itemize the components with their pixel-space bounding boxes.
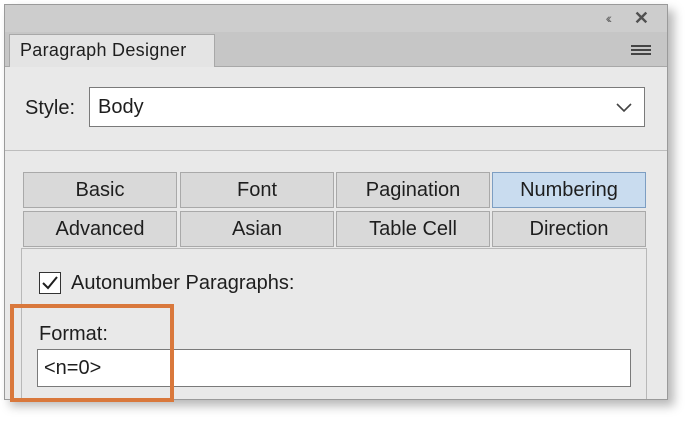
autonumber-label: Autonumber Paragraphs: <box>71 272 295 294</box>
style-dropdown-value: Body <box>98 96 144 118</box>
style-dropdown[interactable]: Body <box>89 87 645 127</box>
title-bar: ‹‹ ✕ <box>5 5 667 32</box>
tab-font[interactable]: Font <box>180 172 334 208</box>
panel-tab-strip: Paragraph Designer <box>5 32 667 67</box>
panel-menu-icon[interactable] <box>631 45 651 56</box>
highlight-annotation <box>10 304 174 402</box>
collapse-icon[interactable]: ‹‹ <box>606 10 613 26</box>
tab-advanced[interactable]: Advanced <box>23 211 177 247</box>
tab-asian[interactable]: Asian <box>180 211 334 247</box>
checkmark-icon <box>42 276 58 290</box>
tab-pagination[interactable]: Pagination <box>336 172 490 208</box>
autonumber-checkbox[interactable] <box>39 272 61 294</box>
tab-numbering[interactable]: Numbering <box>492 172 646 208</box>
panel-tab-paragraph-designer[interactable]: Paragraph Designer <box>9 34 215 67</box>
tab-table-cell[interactable]: Table Cell <box>336 211 490 247</box>
chevron-down-icon <box>616 103 632 113</box>
tab-direction[interactable]: Direction <box>492 211 646 247</box>
close-icon[interactable]: ✕ <box>634 8 649 28</box>
style-label: Style: <box>25 97 76 119</box>
tab-basic[interactable]: Basic <box>23 172 177 208</box>
divider <box>5 150 667 151</box>
